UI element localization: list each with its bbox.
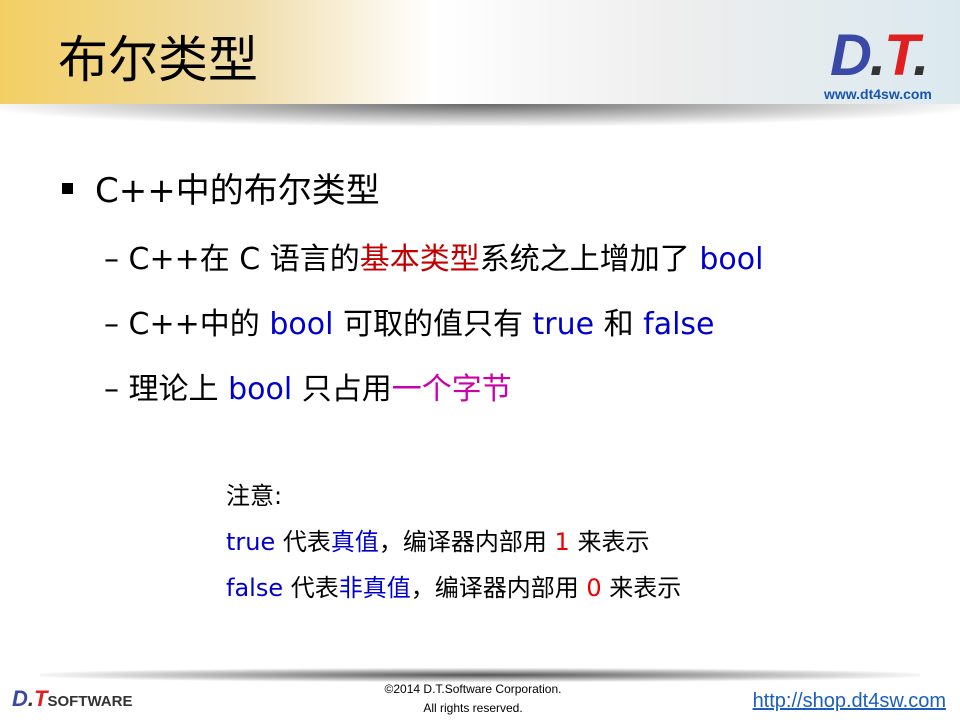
bullet-square-icon — [62, 183, 73, 194]
sub-bullet-3: – 理论上 bool 只占用一个字节 — [104, 372, 512, 407]
note-label: 注意: — [226, 482, 283, 510]
text: 代表 — [283, 574, 339, 602]
header-shadow — [0, 104, 960, 126]
keyword: false — [226, 574, 284, 602]
highlight: 真值 — [330, 528, 379, 556]
footer-divider — [40, 668, 920, 682]
note-line-2: false 代表非真值，编译器内部用 0 来表示 — [226, 568, 681, 603]
dt-logo: D.T. — [830, 23, 929, 88]
keyword: bool — [269, 307, 334, 342]
text: ，编译器内部用 — [378, 528, 555, 556]
text: ，编译器内部用 — [410, 574, 587, 602]
keyword: true — [532, 307, 595, 342]
keyword: bool — [228, 372, 293, 407]
keyword: false — [643, 307, 715, 342]
text: 代表 — [275, 528, 331, 556]
keyword: bool — [699, 242, 764, 277]
sub-bullet-1: – C++在 C 语言的基本类型系统之上增加了 bool — [104, 242, 764, 277]
highlight: 基本类型 — [359, 242, 480, 277]
site-url: www.dt4sw.com — [824, 86, 932, 102]
number: 0 — [586, 574, 602, 602]
number: 1 — [554, 528, 570, 556]
text: C++在 C 语言的 — [128, 242, 360, 277]
slide-title: 布尔类型 — [58, 31, 258, 89]
text: 可取的值只有 — [333, 307, 533, 342]
text: 和 — [594, 307, 644, 342]
bullet-text: C++中的布尔类型 — [95, 171, 380, 211]
note-line-1: true 代表真值，编译器内部用 1 来表示 — [226, 522, 649, 557]
text: 来表示 — [601, 574, 682, 602]
shop-link[interactable]: http://shop.dt4sw.com — [753, 690, 946, 713]
highlight: 非真值 — [338, 574, 411, 602]
text: 系统之上增加了 — [479, 242, 700, 277]
highlight: 一个字节 — [391, 372, 512, 407]
keyword: true — [226, 528, 276, 556]
sub-bullet-2: – C++中的 bool 可取的值只有 true 和 false — [104, 307, 715, 342]
text: 只占用 — [292, 372, 392, 407]
text: 理论上 — [128, 372, 229, 407]
bullet-main: C++中的布尔类型 — [62, 163, 380, 212]
text: C++中的 — [128, 307, 270, 342]
text: 来表示 — [569, 528, 650, 556]
